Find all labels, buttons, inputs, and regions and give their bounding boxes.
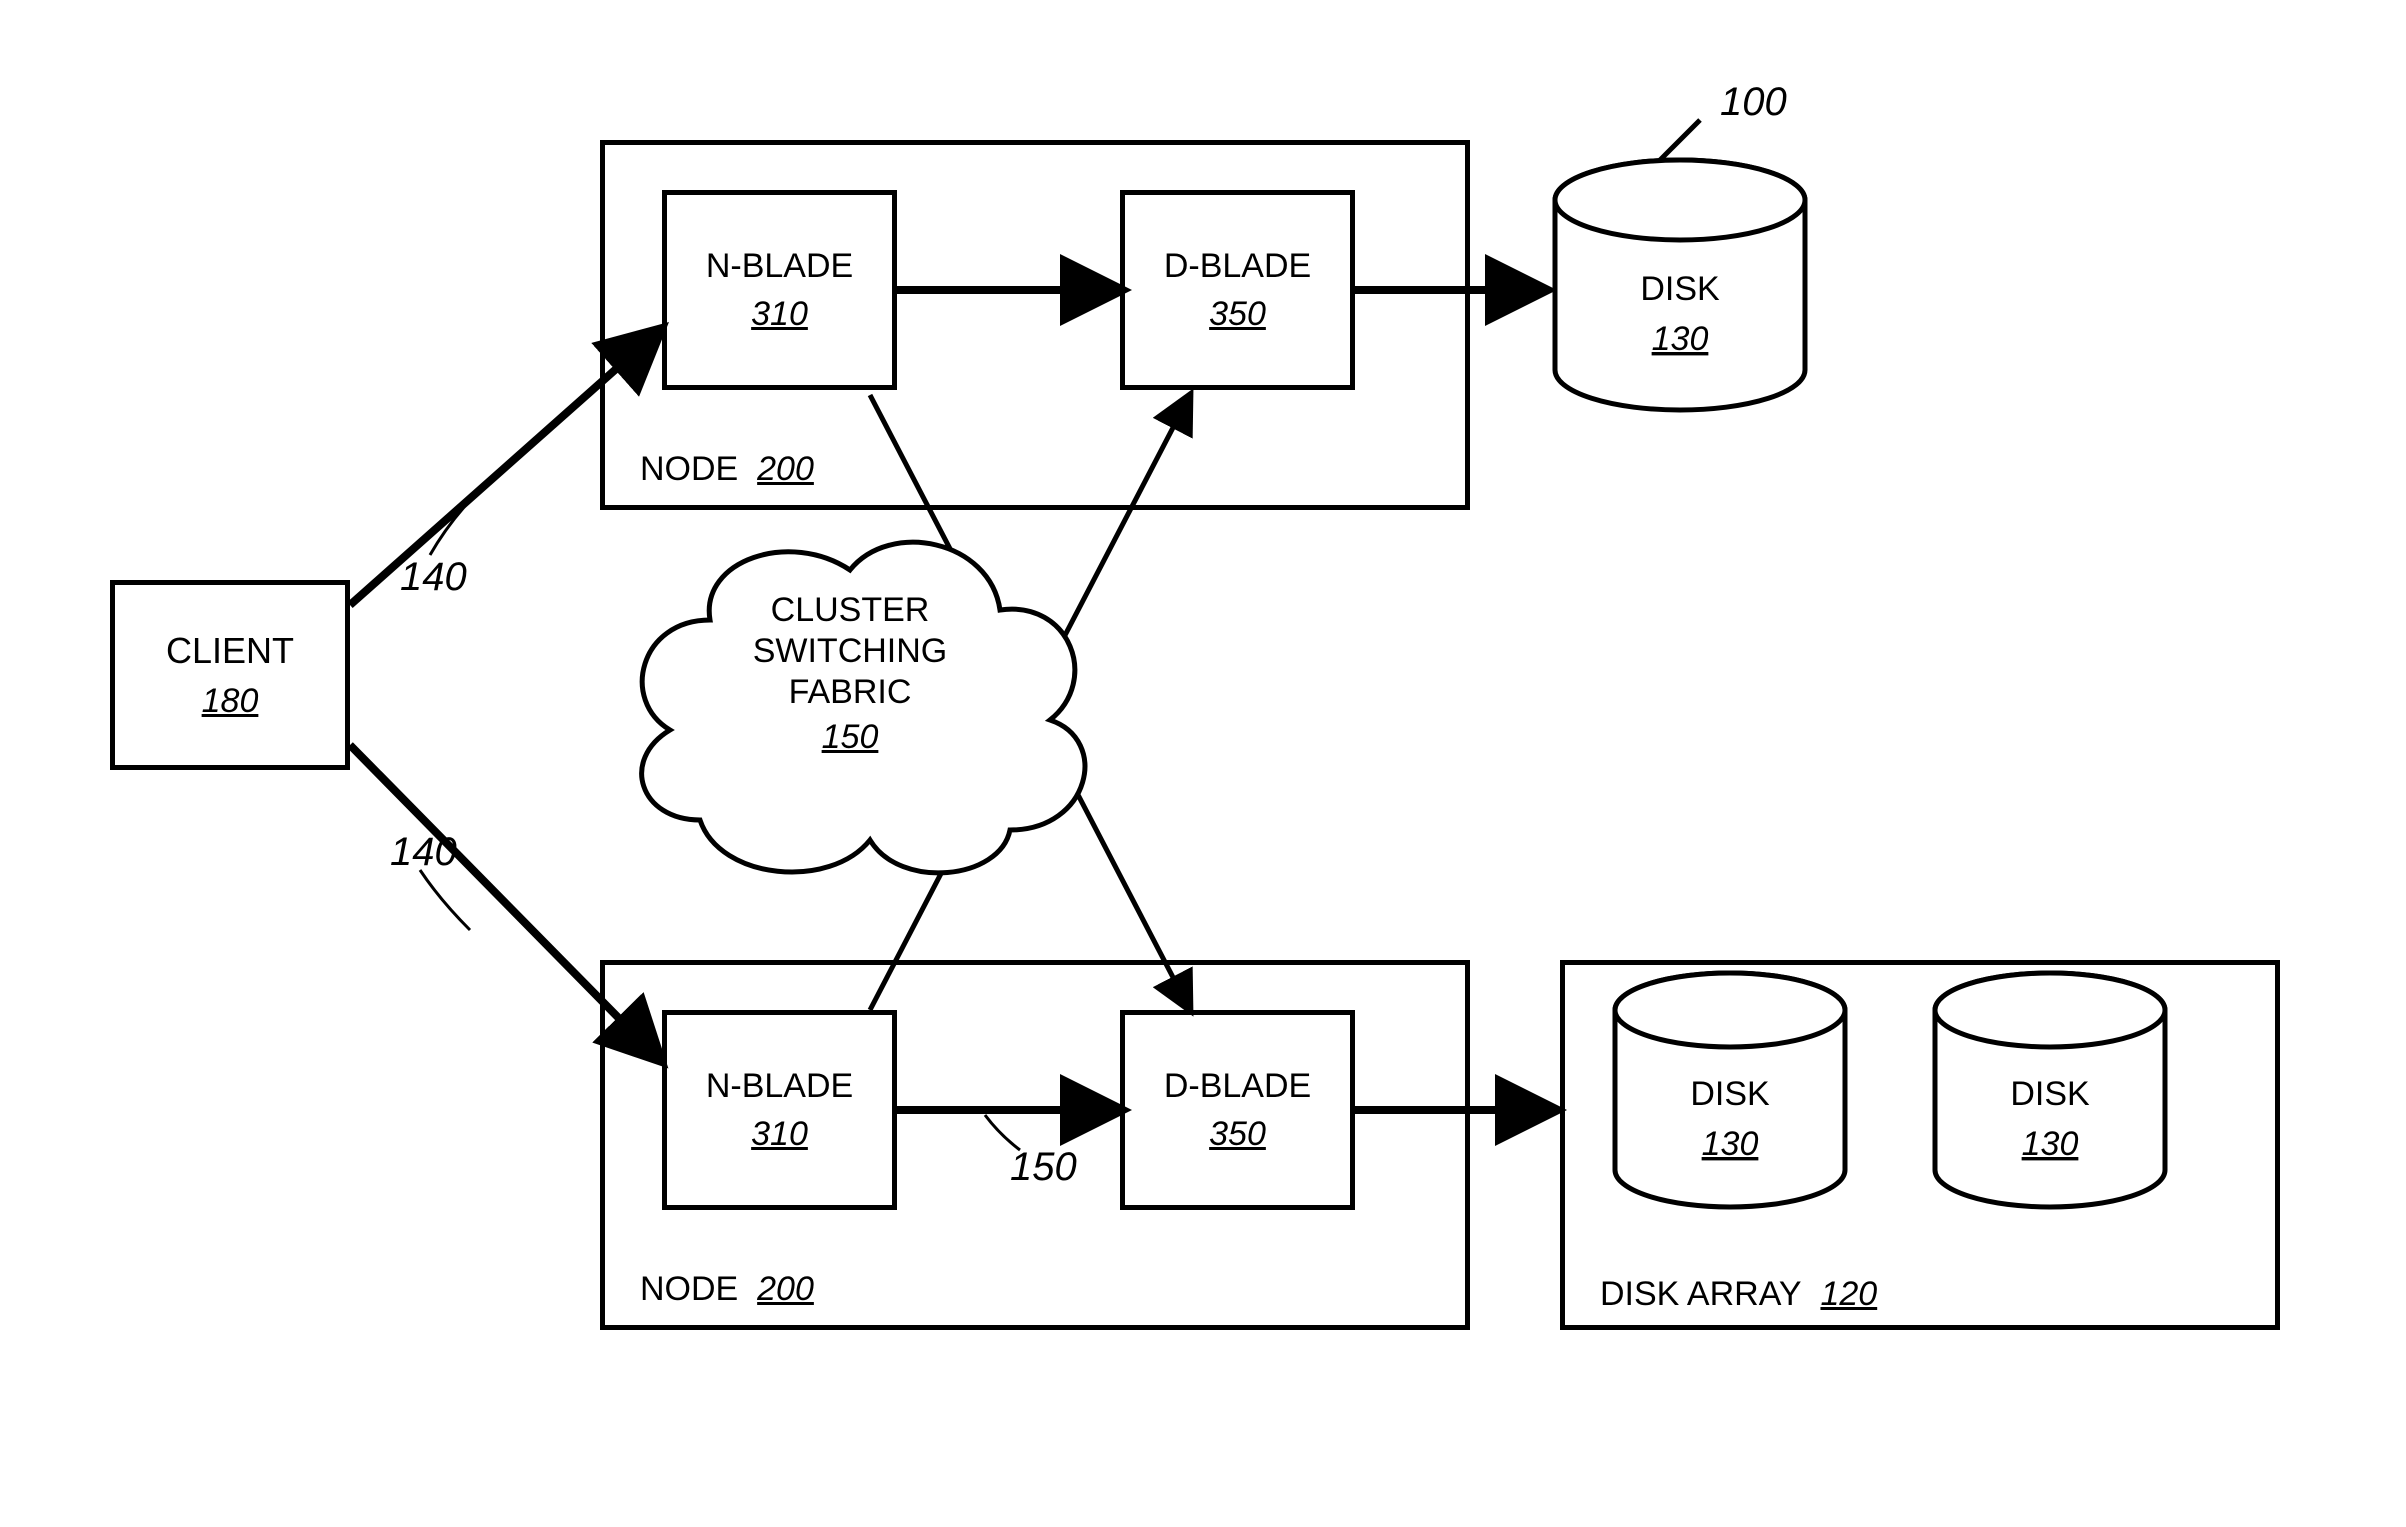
dblade2-label: D-BLADE [1164, 1066, 1311, 1107]
node-bottom-dblade: D-BLADE 350 [1120, 1010, 1355, 1210]
dblade2-ref: 350 [1209, 1115, 1266, 1154]
nblade2-label: N-BLADE [706, 1066, 853, 1107]
node-bottom-caption-ref: 200 [757, 1270, 814, 1308]
link-top-ref-label: 140 [400, 555, 467, 600]
fabric-line3-ov: FABRIC [720, 672, 980, 713]
node-bottom-nblade: N-BLADE 310 [662, 1010, 897, 1210]
disk-top-label: DISK [1640, 270, 1720, 308]
node-top-caption-ref: 200 [757, 450, 814, 488]
fabric-line1-ov: CLUSTER [720, 590, 980, 631]
link-bottom-ref-label: 140 [390, 830, 457, 875]
disk-array-caption-prefix: DISK ARRAY [1600, 1275, 1802, 1313]
client-box: CLIENT 180 [110, 580, 350, 770]
fabric-text-overlay: CLUSTER SWITCHING FABRIC 150 [720, 590, 980, 757]
node-top-caption: NODE 200 [640, 450, 814, 489]
disk-top-cylinder: DISK 130 [1555, 160, 1805, 410]
diagram-canvas: CLIENT 180 N-BLADE 310 D-BLADE 350 NODE … [0, 0, 2406, 1527]
system-ref-label: 100 [1720, 80, 1787, 125]
client-ref: 180 [202, 682, 259, 721]
disk-array-caption: DISK ARRAY 120 [1600, 1275, 1877, 1314]
node-bottom-caption: NODE 200 [640, 1270, 814, 1309]
client-label: CLIENT [166, 629, 294, 672]
disk-top-ref: 130 [1652, 320, 1709, 358]
fabric-ref-ov: 150 [720, 718, 980, 757]
nblade-ref: 310 [751, 295, 808, 334]
inner-link-ref-label: 150 [1010, 1145, 1077, 1190]
dblade-ref: 350 [1209, 295, 1266, 334]
node-top-dblade: D-BLADE 350 [1120, 190, 1355, 390]
node-top-caption-prefix: NODE [640, 450, 738, 488]
dblade-label: D-BLADE [1164, 246, 1311, 287]
nblade-label: N-BLADE [706, 246, 853, 287]
node-top-nblade: N-BLADE 310 [662, 190, 897, 390]
disk-array-caption-ref: 120 [1820, 1275, 1877, 1313]
nblade2-ref: 310 [751, 1115, 808, 1154]
fabric-line2-ov: SWITCHING [720, 631, 980, 672]
node-bottom-caption-prefix: NODE [640, 1270, 738, 1308]
